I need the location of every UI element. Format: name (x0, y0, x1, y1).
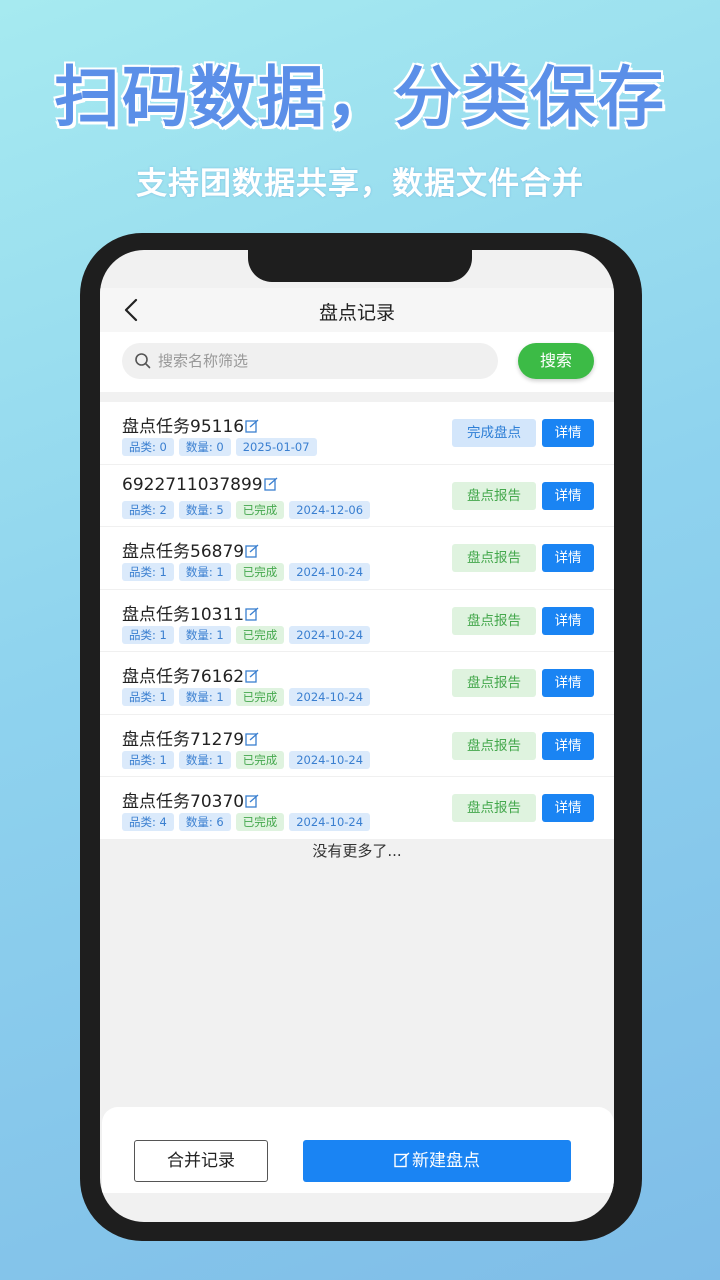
detail-button[interactable]: 详情 (542, 669, 594, 697)
search-icon (134, 352, 152, 370)
report-button[interactable]: 盘点报告 (452, 481, 536, 510)
list-item[interactable]: 盘点任务10311 品类: 1 数量: 1 已完成 2024-10-24 盘点报告 详… (100, 589, 614, 652)
date-badge: 2024-10-24 (289, 625, 371, 644)
list-item[interactable]: 6922711037899 品类: 2 数量: 5 已完成 2024-12-06 盘点… (100, 464, 614, 527)
category-badge: 品类: 1 (122, 625, 174, 644)
detail-button[interactable]: 详情 (542, 606, 594, 635)
detail-button[interactable]: 详情 (542, 794, 594, 822)
status-badge: 已完成 (235, 500, 285, 519)
list-item[interactable]: 盘点任务70370 品类: 4 数量: 6 已完成 2024-10-24 盘点报告 详… (100, 777, 614, 840)
date-badge: 2025-01-07 (235, 438, 317, 456)
record-tags: 品类: 0 数量: 0 2025-01-07 (122, 436, 322, 456)
category-badge: 品类: 1 (122, 750, 174, 769)
search-area: 搜索 (100, 332, 614, 392)
bottom-action-bar: 合并记录 新建盘点 (102, 1107, 614, 1193)
date-badge: 2024-10-24 (289, 813, 371, 831)
report-button[interactable]: 盘点报告 (452, 544, 536, 572)
record-name: 盘点任务95116 (122, 412, 259, 437)
edit-icon[interactable] (245, 668, 259, 683)
edit-icon (394, 1142, 410, 1168)
list-end-text: 没有更多了... (312, 842, 402, 860)
quantity-badge: 数量: 1 (178, 563, 231, 581)
detail-button[interactable]: 详情 (542, 544, 594, 572)
status-badge: 已完成 (235, 688, 285, 706)
list-item[interactable]: 盘点任务56879 品类: 1 数量: 1 已完成 2024-10-24 盘点报告 详… (100, 527, 614, 590)
quantity-badge: 数量: 5 (178, 500, 231, 519)
record-tags: 品类: 1 数量: 1 已完成 2024-10-24 (122, 561, 375, 581)
phone-notch (248, 250, 472, 282)
record-tags: 品类: 1 数量: 1 已完成 2024-10-24 (122, 624, 375, 644)
nav-bar: 盘点记录 (100, 288, 614, 332)
record-name: 盘点任务70370 (122, 787, 259, 812)
edit-icon[interactable] (245, 418, 259, 433)
category-badge: 品类: 0 (122, 438, 174, 456)
edit-icon[interactable] (245, 793, 259, 808)
list-item[interactable]: 盘点任务71279 品类: 1 数量: 1 已完成 2024-10-24 盘点报告 详… (100, 714, 614, 777)
record-list: 盘点任务95116 品类: 0 数量: 0 2025-01-07 完成盘点 详情 6… (100, 402, 614, 840)
list-item[interactable]: 盘点任务95116 品类: 0 数量: 0 2025-01-07 完成盘点 详情 (100, 402, 614, 465)
quantity-badge: 数量: 1 (178, 750, 231, 769)
promo-title: 扫码数据，分类保存 (54, 59, 666, 136)
record-name: 盘点任务10311 (122, 600, 259, 625)
date-badge: 2024-10-24 (289, 563, 371, 581)
record-name: 6922711037899 (122, 475, 278, 495)
category-badge: 品类: 2 (122, 500, 174, 519)
detail-button[interactable]: 详情 (542, 419, 594, 447)
record-tags: 品类: 1 数量: 1 已完成 2024-10-24 (122, 749, 375, 769)
edit-icon[interactable] (245, 543, 259, 558)
new-inventory-button[interactable]: 新建盘点 (303, 1140, 571, 1182)
search-button[interactable]: 搜索 (518, 343, 594, 379)
category-badge: 品类: 4 (122, 813, 174, 831)
record-name: 盘点任务76162 (122, 662, 259, 687)
quantity-badge: 数量: 1 (178, 625, 231, 644)
status-badge: 已完成 (235, 750, 285, 769)
category-badge: 品类: 1 (122, 688, 174, 706)
search-input[interactable] (158, 343, 488, 379)
quantity-badge: 数量: 0 (178, 438, 231, 456)
report-button[interactable]: 盘点报告 (452, 794, 536, 822)
record-tags: 品类: 2 数量: 5 已完成 2024-12-06 (122, 499, 375, 519)
search-box[interactable] (122, 343, 498, 379)
page-title: 盘点记录 (318, 302, 395, 324)
complete-inventory-button[interactable]: 完成盘点 (452, 419, 536, 447)
new-inventory-label: 新建盘点 (412, 1151, 480, 1171)
merge-records-button[interactable]: 合并记录 (134, 1140, 268, 1182)
status-badge: 已完成 (235, 625, 285, 644)
report-button[interactable]: 盘点报告 (452, 731, 536, 760)
date-badge: 2024-10-24 (289, 688, 371, 706)
detail-button[interactable]: 详情 (542, 481, 594, 510)
edit-icon[interactable] (263, 476, 278, 491)
record-name: 盘点任务71279 (122, 725, 259, 750)
record-tags: 品类: 1 数量: 1 已完成 2024-10-24 (122, 686, 375, 706)
quantity-badge: 数量: 1 (178, 688, 231, 706)
report-button[interactable]: 盘点报告 (452, 606, 536, 635)
list-item[interactable]: 盘点任务76162 品类: 1 数量: 1 已完成 2024-10-24 盘点报告 详… (100, 652, 614, 715)
category-badge: 品类: 1 (122, 563, 174, 581)
record-tags: 品类: 4 数量: 6 已完成 2024-10-24 (122, 811, 375, 831)
detail-button[interactable]: 详情 (542, 731, 594, 760)
record-name: 盘点任务56879 (122, 537, 259, 562)
quantity-badge: 数量: 6 (178, 813, 231, 831)
promo-subtitle: 支持团数据共享，数据文件合并 (136, 166, 584, 202)
status-badge: 已完成 (235, 813, 285, 831)
status-badge: 已完成 (235, 563, 285, 581)
edit-icon[interactable] (245, 606, 259, 621)
date-badge: 2024-10-24 (289, 750, 371, 769)
app-screen: 盘点记录 搜索 盘点任务95116 品类: 0数量: 02025-01-07 完… (100, 250, 614, 1222)
edit-icon[interactable] (245, 731, 259, 746)
date-badge: 2024-12-06 (289, 500, 371, 519)
report-button[interactable]: 盘点报告 (452, 669, 536, 697)
